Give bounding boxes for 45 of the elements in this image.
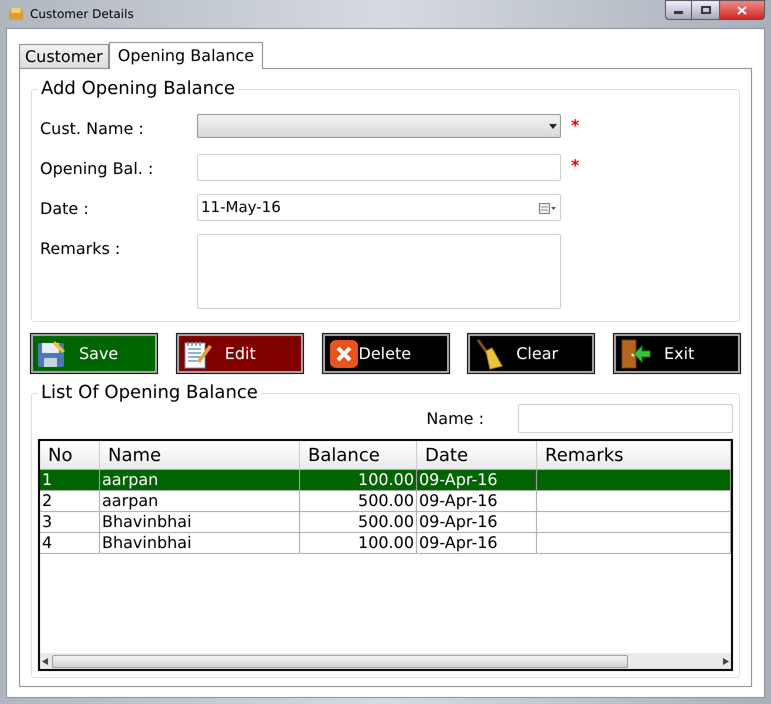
field-label: Opening Bal. :	[40, 158, 154, 180]
door-arrow-icon	[620, 338, 652, 370]
field-label: Cust. Name :	[40, 118, 145, 140]
caret-icon	[549, 124, 557, 128]
table-cell: Bhavinbhai	[100, 533, 300, 553]
date-picker[interactable]: 11-May-16	[197, 194, 561, 221]
delete-button[interactable]: Delete	[322, 334, 448, 373]
required-mark: *	[571, 115, 580, 137]
app-icon	[8, 6, 24, 22]
window-title: Customer Details	[30, 6, 134, 23]
table-row[interactable]: 4 Bhavinbhai 100.00 09-Apr-16	[40, 532, 731, 553]
filter-label: Name :	[426, 408, 484, 430]
remarks-field[interactable]	[197, 234, 561, 309]
broom-icon	[474, 338, 504, 370]
clear-button[interactable]: Clear	[468, 334, 594, 373]
tab[interactable]: Customer	[19, 44, 109, 68]
close-icon	[328, 338, 358, 368]
name-filter-field[interactable]	[518, 404, 733, 433]
exit-button[interactable]: Exit	[614, 334, 740, 373]
table-cell: 09-Apr-16	[417, 533, 537, 553]
horizontal-scrollbar[interactable]	[40, 653, 731, 669]
close-button[interactable]	[719, 0, 765, 20]
edit-button[interactable]: Edit	[176, 334, 303, 373]
scroll-thumb[interactable]	[52, 654, 628, 668]
required-mark: *	[571, 155, 580, 177]
scroll-right-icon	[723, 658, 729, 664]
date-value: 11-May-16	[201, 197, 281, 218]
input-field[interactable]	[197, 154, 561, 181]
tab[interactable]: Opening Balance	[108, 42, 264, 69]
customer-dropdown[interactable]	[197, 114, 561, 138]
table-row[interactable]: 2 aarpan 500.00 09-Apr-16	[40, 490, 731, 511]
table-row[interactable]: 3 Bhavinbhai 500.00 09-Apr-16	[40, 511, 731, 532]
section-title: List Of Opening Balance	[38, 382, 261, 404]
section-title: Add Opening Balance	[38, 78, 238, 100]
calendar-icon	[539, 202, 557, 214]
minimize-button[interactable]	[665, 0, 692, 20]
table-cell: 4	[40, 533, 100, 553]
table-row[interactable]: 1 aarpan 100.00 09-Apr-16	[40, 469, 731, 490]
close-icon	[737, 6, 747, 14]
scroll-left-icon	[42, 658, 48, 664]
field-label: Date :	[40, 198, 90, 220]
field-label: Remarks :	[40, 238, 122, 260]
table-cell: 100.00	[300, 533, 417, 553]
maximize-button[interactable]	[692, 0, 719, 20]
save-button[interactable]: Save	[31, 334, 157, 373]
